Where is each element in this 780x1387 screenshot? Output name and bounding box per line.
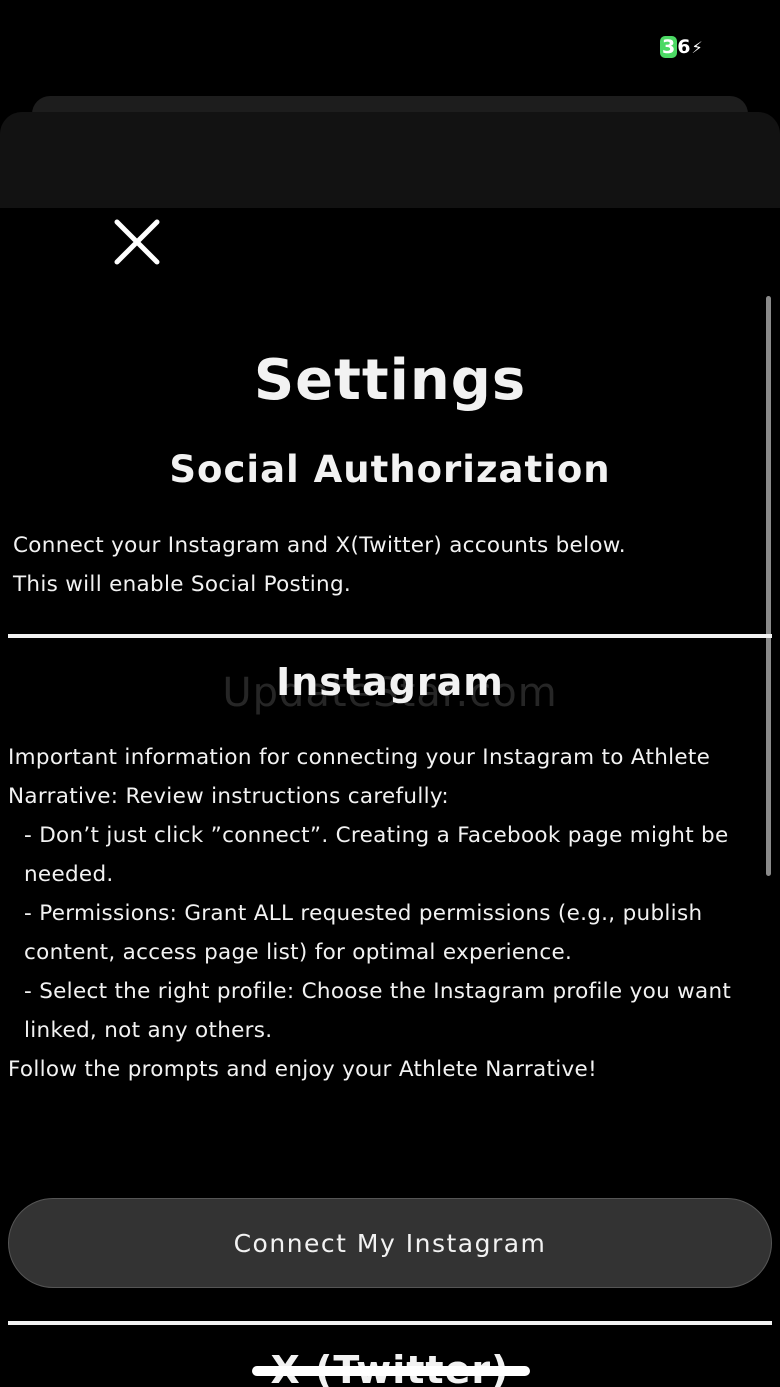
close-x-icon	[114, 219, 160, 265]
divider	[8, 634, 772, 638]
instructions-list: - Don’t just click ”connect”. Creating a…	[8, 816, 772, 1050]
modal-sheet-header	[0, 112, 780, 208]
close-button[interactable]	[111, 216, 163, 268]
intro-text: Connect your Instagram and X(Twitter) ac…	[13, 526, 773, 604]
instructions-intro: Important information for connecting you…	[8, 745, 711, 809]
battery-indicator: 3 6 ⚡	[660, 36, 703, 58]
instruction-item: - Don’t just click ”connect”. Creating a…	[24, 823, 729, 887]
page-title: Settings	[253, 348, 527, 413]
instagram-heading: Instagram	[276, 660, 504, 704]
connect-instagram-button[interactable]: Connect My Instagram	[8, 1198, 772, 1288]
charging-bolt-icon: ⚡	[691, 37, 703, 57]
instruction-item: - Permissions: Grant ALL requested permi…	[24, 901, 703, 965]
home-indicator[interactable]	[252, 1366, 530, 1376]
instruction-item: - Select the right profile: Choose the I…	[24, 979, 732, 1043]
battery-level-fill: 3	[660, 36, 678, 58]
divider	[8, 1321, 772, 1325]
instructions-outro: Follow the prompts and enjoy your Athlet…	[8, 1057, 598, 1082]
intro-line: This will enable Social Posting.	[13, 572, 352, 597]
status-bar: 3 6 ⚡	[0, 0, 780, 90]
settings-modal: Settings Social Authorization Connect yo…	[0, 208, 780, 1387]
section-subtitle: Social Authorization	[169, 448, 611, 491]
intro-line: Connect your Instagram and X(Twitter) ac…	[13, 533, 626, 558]
battery-level-text: 6	[677, 36, 691, 58]
instagram-instructions: Important information for connecting you…	[8, 738, 772, 1089]
